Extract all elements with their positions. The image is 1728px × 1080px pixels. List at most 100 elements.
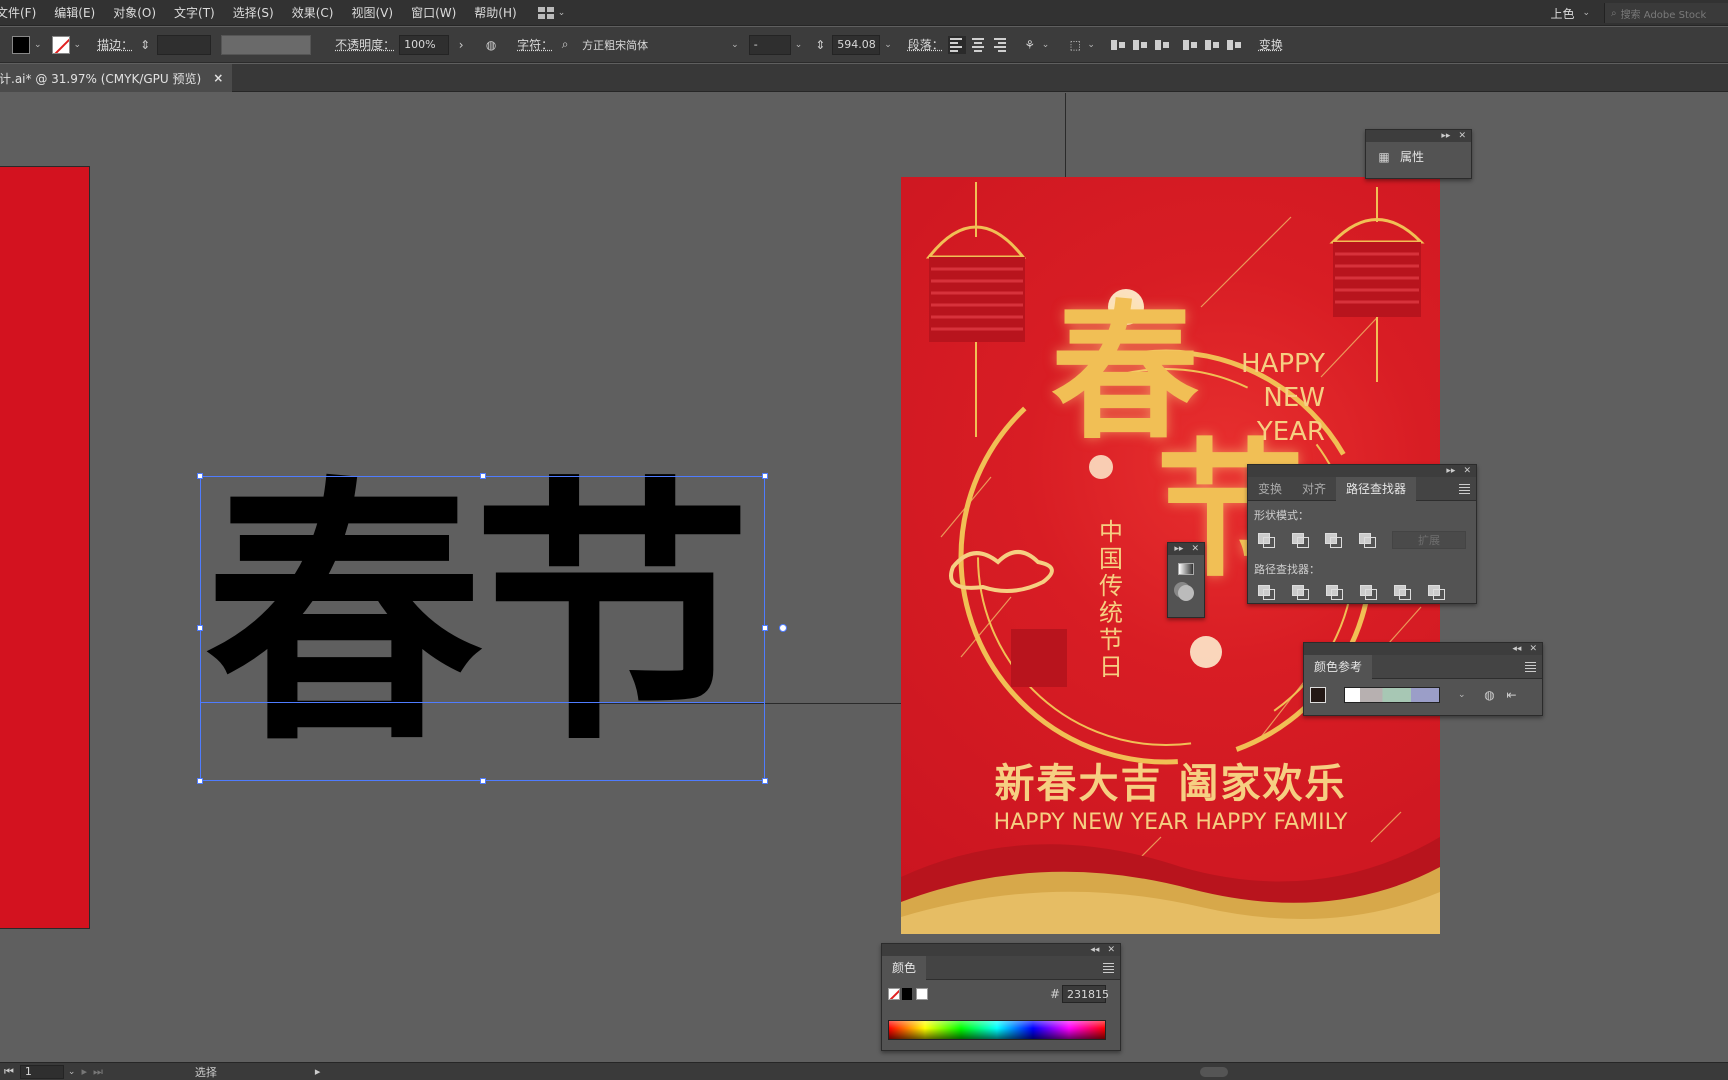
align-left-edges-icon[interactable]	[1109, 37, 1127, 53]
tab-align[interactable]: 对齐	[1292, 477, 1336, 501]
chevron-down-icon[interactable]: ⌄	[1458, 690, 1466, 700]
poster-blessing-en[interactable]: HAPPY NEW YEAR HAPPY FAMILY	[901, 809, 1440, 837]
close-icon[interactable]: ✕	[1458, 131, 1466, 141]
save-color-group-icon[interactable]: ⇤	[1504, 687, 1520, 703]
gradient-icon[interactable]	[1178, 563, 1194, 575]
fill-swatch[interactable]	[12, 35, 30, 54]
recolor-artwork-icon[interactable]: ◍	[483, 37, 499, 53]
opacity-field[interactable]: 100%	[399, 34, 450, 55]
chevron-down-icon[interactable]: ⌄	[1582, 8, 1590, 18]
horizontal-scrollbar[interactable]	[345, 1067, 1715, 1077]
close-icon[interactable]: ✕	[1529, 644, 1537, 654]
status-tool-label[interactable]: 选择	[195, 1064, 217, 1080]
outline-icon[interactable]	[1394, 585, 1411, 600]
menu-edit[interactable]: 编辑(E)	[45, 0, 104, 26]
selection-handle-ml[interactable]	[197, 625, 203, 631]
align-right-edges-icon[interactable]	[1153, 37, 1171, 53]
merge-icon[interactable]	[1326, 585, 1343, 600]
last-artboard-icon[interactable]: ⏭	[93, 1065, 103, 1079]
chevron-down-icon[interactable]: ⌄	[74, 40, 82, 50]
poster-blessing-cn[interactable]: 新春大吉 阖家欢乐	[901, 759, 1440, 809]
stepper-icon[interactable]: ⇕	[812, 37, 828, 53]
font-size-field[interactable]: 594.08	[832, 34, 881, 55]
stroke-label[interactable]: 描边：	[97, 36, 133, 53]
align-to-icon[interactable]: ⬚	[1067, 37, 1083, 53]
next-artboard-icon[interactable]: ▸	[81, 1065, 87, 1078]
stock-search-field[interactable]: ⌕ 搜索 Adobe Stock	[1604, 3, 1728, 23]
first-artboard-icon[interactable]: ⏮	[4, 1065, 14, 1079]
poster-vertical-text[interactable]: 中国传统节日	[1097, 519, 1125, 681]
stroke-swatch[interactable]	[51, 35, 70, 54]
chevron-down-icon[interactable]: ⌄	[34, 40, 42, 50]
white-swatch[interactable]	[916, 988, 928, 1000]
variable-width-profile[interactable]	[221, 34, 312, 55]
tab-pathfinder[interactable]: 路径查找器	[1336, 476, 1417, 501]
chevron-down-icon[interactable]: ⌄	[68, 1067, 76, 1077]
artboard-navigation-field[interactable]: 1	[19, 1064, 64, 1079]
menu-file[interactable]: 文件(F)	[0, 0, 45, 26]
menu-view[interactable]: 视图(V)	[342, 0, 402, 26]
menu-object[interactable]: 对象(O)	[104, 0, 165, 26]
character-label[interactable]: 字符：	[517, 36, 553, 53]
panel-menu-icon[interactable]	[1525, 662, 1536, 672]
selection-handle-bl[interactable]	[197, 778, 203, 784]
unite-icon[interactable]	[1258, 533, 1275, 548]
collapse-icon[interactable]: ▸▸	[1441, 131, 1450, 141]
properties-panel-button[interactable]: ▦ 属性	[1366, 142, 1471, 171]
chevron-down-icon[interactable]: ⌄	[1087, 40, 1095, 50]
menu-type[interactable]: 文字(T)	[165, 0, 224, 26]
selection-handle-mr[interactable]	[762, 625, 768, 631]
panel-titlebar[interactable]: ◂◂ ✕	[1304, 643, 1542, 655]
chevron-right-icon[interactable]: ›	[453, 37, 469, 53]
opacity-label[interactable]: 不透明度：	[335, 36, 395, 53]
chevron-down-icon[interactable]: ⌄	[731, 40, 739, 50]
harmony-colors-strip[interactable]	[1344, 687, 1440, 703]
align-center-icon[interactable]	[970, 36, 988, 54]
tab-color[interactable]: 颜色	[882, 955, 927, 980]
black-swatch[interactable]	[902, 988, 912, 1000]
align-bottom-edges-icon[interactable]	[1225, 37, 1243, 53]
font-family-field[interactable]: 方正粗宋简体	[577, 34, 728, 55]
none-swatch[interactable]	[888, 988, 900, 1000]
panel-titlebar[interactable]: ▸▸ ✕	[1248, 465, 1476, 477]
selection-handle-tr[interactable]	[762, 473, 768, 479]
menu-select[interactable]: 选择(S)	[224, 0, 283, 26]
align-horizontal-center-icon[interactable]	[1131, 37, 1149, 53]
artboard-left[interactable]	[0, 166, 90, 929]
base-color-swatch[interactable]	[1310, 687, 1326, 703]
align-right-icon[interactable]	[992, 36, 1010, 54]
intersect-icon[interactable]	[1325, 533, 1342, 548]
align-left-icon[interactable]	[947, 35, 966, 54]
stroke-weight-field[interactable]	[157, 34, 212, 55]
panel-titlebar[interactable]: ▸▸ ✕	[1168, 543, 1204, 555]
panel-menu-icon[interactable]	[1103, 963, 1114, 973]
minus-back-icon[interactable]	[1428, 585, 1445, 600]
menu-effect[interactable]: 效果(C)	[283, 0, 343, 26]
selection-handle-br[interactable]	[762, 778, 768, 784]
collapse-icon[interactable]: ▸▸	[1446, 466, 1455, 476]
chevron-down-icon[interactable]: ⌄	[884, 40, 892, 50]
selection-handle-tm[interactable]	[480, 473, 486, 479]
close-icon[interactable]: ✕	[1191, 544, 1199, 554]
text-out-port[interactable]	[779, 624, 787, 632]
horizontal-scrollbar-thumb[interactable]	[1200, 1067, 1228, 1077]
close-icon[interactable]: ×	[213, 71, 223, 85]
tab-color-guide[interactable]: 颜色参考	[1304, 654, 1373, 679]
status-menu-icon[interactable]: ▸	[315, 1065, 321, 1078]
align-top-edges-icon[interactable]	[1181, 37, 1199, 53]
canvas[interactable]: 春节 HAPPY NEW YEAR 春 节 中国传统节日 新春大吉 阖家欢乐 H…	[0, 93, 1728, 1063]
workspace-switcher[interactable]: 上色	[1550, 5, 1582, 22]
selection-handle-bm[interactable]	[480, 778, 486, 784]
minus-front-icon[interactable]	[1291, 533, 1309, 548]
panel-titlebar[interactable]: ◂◂ ✕	[882, 944, 1120, 956]
chevron-down-icon[interactable]: ⌄	[795, 40, 803, 50]
exclude-icon[interactable]	[1358, 533, 1376, 548]
menu-window[interactable]: 窗口(W)	[402, 0, 465, 26]
hex-input[interactable]: 231815	[1062, 985, 1109, 1003]
crop-icon[interactable]	[1360, 585, 1377, 600]
selection-handle-tl[interactable]	[197, 473, 203, 479]
paragraph-label[interactable]: 段落：	[908, 36, 944, 53]
font-style-field[interactable]: -	[748, 34, 791, 55]
selection-bounding-box[interactable]	[200, 476, 765, 781]
transform-link[interactable]: 变换	[1259, 36, 1283, 53]
